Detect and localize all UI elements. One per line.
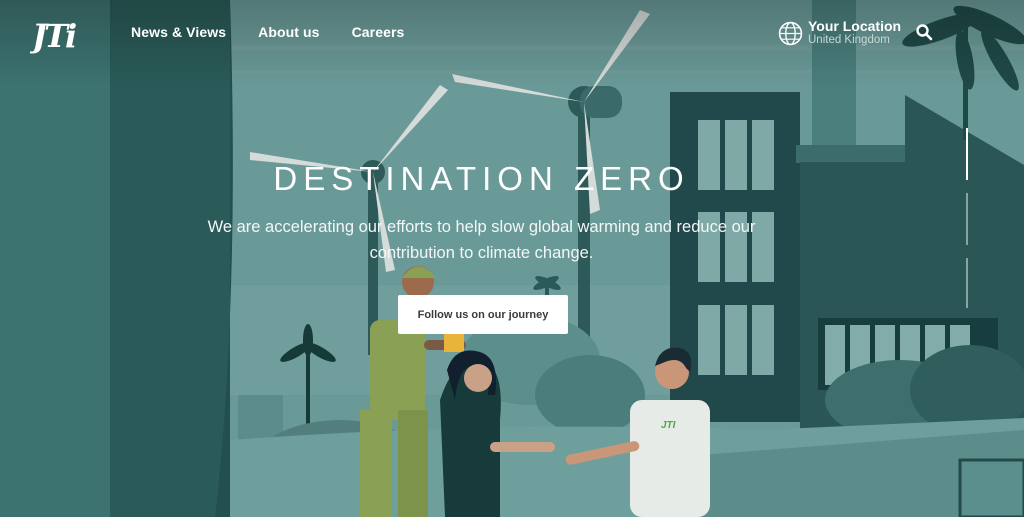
location-title: Your Location: [808, 18, 902, 34]
slide-indicator-3[interactable]: [966, 258, 968, 308]
shirt-logo: JTI: [661, 420, 676, 431]
main-nav: News & Views About us Careers: [131, 24, 404, 40]
nav-link-about-us[interactable]: About us: [258, 24, 319, 40]
location-selector[interactable]: Your Location United Kingdom: [778, 19, 901, 47]
slide-indicator-2[interactable]: [966, 193, 968, 245]
nav-link-careers[interactable]: Careers: [352, 24, 405, 40]
hero-title: DESTINATION ZERO: [273, 160, 690, 197]
jti-logo[interactable]: JTi: [26, 14, 86, 55]
globe-icon: [778, 21, 803, 45]
search-icon[interactable]: [915, 23, 933, 41]
top-navigation: JTi News & Views About us Careers Your L…: [0, 0, 1024, 70]
slide-indicator: [966, 128, 968, 308]
hero-subtitle: We are accelerating our efforts to help …: [207, 218, 756, 262]
follow-journey-button[interactable]: Follow us on our journey: [398, 295, 568, 334]
hero-content: DESTINATION ZERO We are accelerating our…: [0, 160, 963, 266]
location-country: United Kingdom: [808, 34, 890, 46]
slide-indicator-1[interactable]: [966, 128, 968, 180]
svg-text:JTi: JTi: [30, 17, 76, 54]
nav-link-news-views[interactable]: News & Views: [131, 24, 226, 40]
